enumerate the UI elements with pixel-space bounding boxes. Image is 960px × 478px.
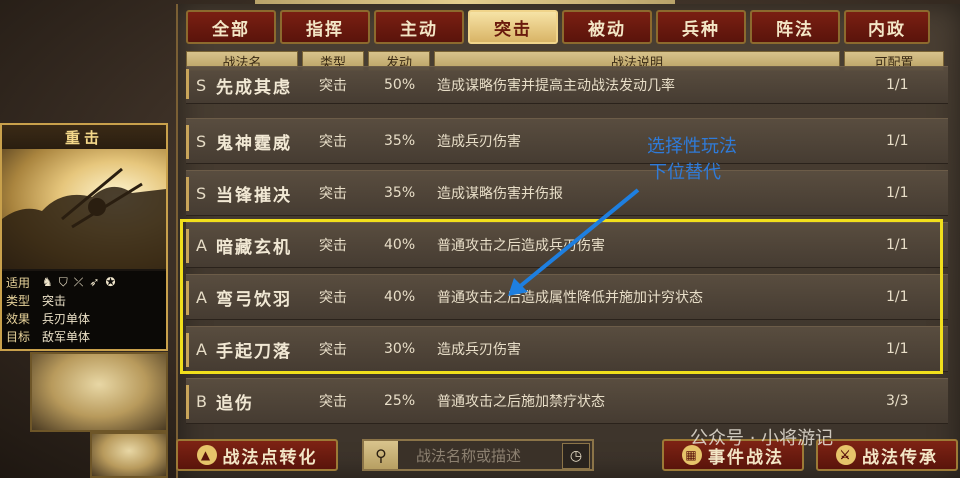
tactic-name: 追伤 — [216, 393, 254, 414]
shield-icon: ⛉ — [58, 275, 74, 289]
wheel-icon: ✪ — [105, 275, 122, 289]
label-effect: 效果 — [6, 312, 31, 326]
grade-label: A — [196, 287, 207, 307]
tactic-qty: 1/1 — [886, 341, 909, 357]
table-row[interactable]: B 追伤 突击 25% 普通攻击之后施加禁疗状态 3/3 — [186, 378, 948, 424]
table-row[interactable]: A 手起刀落 突击 30% 造成兵刃伤害 1/1 — [186, 326, 948, 372]
tactic-qty: 1/1 — [886, 133, 909, 149]
tactic-desc: 造成谋略伤害并伤报 — [437, 186, 563, 202]
row-marker — [186, 385, 189, 419]
row-marker — [186, 177, 189, 211]
inherit-label: 战法传承 — [862, 447, 938, 468]
tactic-rate: 40% — [384, 237, 416, 253]
table-row[interactable]: A 暗藏玄机 突击 40% 普通攻击之后造成兵刃伤害 1/1 — [186, 222, 948, 268]
search-bar[interactable]: ⚲ 战法名称或描述 ◷ — [362, 439, 594, 471]
tactic-type: 突击 — [319, 134, 347, 150]
tactic-name: 暗藏玄机 — [216, 237, 292, 258]
tactic-qty: 1/1 — [886, 289, 909, 305]
convert-label: 战法点转化 — [222, 447, 318, 468]
tab-assault[interactable]: 突击 — [468, 10, 558, 44]
card-info: 适用 ♞⛉⤫➶✪ 类型 突击 效果 兵刃单体 目标 敌军单体 — [2, 271, 166, 349]
row-marker — [186, 125, 189, 159]
tactic-desc: 普通攻击之后施加禁疗状态 — [437, 394, 605, 410]
tactic-type: 突击 — [319, 186, 347, 202]
tactic-desc: 造成兵刃伤害 — [437, 342, 521, 358]
skill-card[interactable]: 重击 适用 ♞⛉⤫➶✪ 类型 突击 效果 兵刃单体 目标 敌军单体 — [0, 123, 168, 351]
tactic-rate: 50% — [384, 77, 416, 93]
inherit-tactics-button[interactable]: ⚔ 战法传承 — [816, 439, 958, 471]
tactic-desc: 普通攻击之后造成兵刃伤害 — [437, 238, 605, 254]
search-input[interactable]: 战法名称或描述 — [416, 445, 521, 466]
card-artwork — [2, 149, 166, 269]
annotation-line-2: 下位替代 — [649, 162, 721, 183]
row-marker — [186, 69, 189, 99]
value-target: 敌军单体 — [42, 330, 91, 344]
unit-icons: ♞⛉⤫➶✪ — [42, 275, 122, 290]
annotation-line-1: 选择性玩法 — [647, 136, 737, 157]
horse-icon: ♞ — [42, 275, 59, 289]
tab-active[interactable]: 主动 — [374, 10, 464, 44]
tab-formation[interactable]: 阵法 — [750, 10, 840, 44]
tactic-rate: 25% — [384, 393, 416, 409]
tactic-qty: 3/3 — [886, 393, 909, 409]
tactic-qty: 1/1 — [886, 185, 909, 201]
warrior-silhouette — [2, 167, 166, 269]
row-marker — [186, 333, 189, 367]
value-effect: 兵刃单体 — [42, 312, 91, 326]
row-marker — [186, 229, 189, 263]
tactic-rate: 35% — [384, 133, 416, 149]
tactic-desc: 造成谋略伤害并提高主动战法发动几率 — [437, 78, 675, 94]
label-target: 目标 — [6, 330, 31, 344]
value-kind: 突击 — [42, 294, 67, 308]
tab-all[interactable]: 全部 — [186, 10, 276, 44]
clock-icon[interactable]: ◷ — [562, 443, 590, 469]
sword-icon: ⚔ — [836, 445, 856, 465]
tactic-type: 突击 — [319, 290, 347, 306]
grade-label: A — [196, 339, 207, 359]
tactic-type: 突击 — [319, 238, 347, 254]
grade-label: S — [196, 131, 207, 151]
thumbnail-art[interactable] — [30, 352, 168, 432]
watermark: 公众号 · 小将游记 — [690, 428, 834, 449]
grade-label: S — [196, 183, 207, 203]
category-tabs: 全部 指挥 主动 突击 被动 兵种 阵法 内政 — [186, 10, 930, 46]
tactic-qty: 1/1 — [886, 77, 909, 93]
tactic-type: 突击 — [319, 394, 347, 410]
tactic-rate: 30% — [384, 341, 416, 357]
tactic-name: 手起刀落 — [216, 341, 292, 362]
tactic-name: 先成其虑 — [216, 77, 292, 98]
tab-troop[interactable]: 兵种 — [656, 10, 746, 44]
grade-label: A — [196, 235, 207, 255]
label-apply: 适用 — [6, 276, 31, 290]
point-icon: ▲ — [196, 445, 217, 465]
tactic-type: 突击 — [319, 342, 347, 358]
tactic-type: 突击 — [319, 78, 347, 94]
tab-passive[interactable]: 被动 — [562, 10, 652, 44]
grade-label: B — [196, 391, 207, 411]
row-marker — [186, 281, 189, 315]
tactic-name: 鬼神霆威 — [216, 133, 292, 154]
tactic-desc: 造成兵刃伤害 — [437, 134, 521, 150]
table-row[interactable]: S 当锋摧决 突击 35% 造成谋略伤害并伤报 1/1 — [186, 170, 948, 216]
search-icon[interactable]: ⚲ — [364, 441, 398, 469]
annotation-text: 选择性玩法 下位替代 — [647, 134, 737, 186]
tactic-name: 当锋摧决 — [216, 185, 292, 206]
table-row[interactable]: S 鬼神霆威 突击 35% 造成兵刃伤害 1/1 — [186, 118, 948, 164]
grade-label: S — [196, 75, 207, 95]
tactic-rate: 40% — [384, 289, 416, 305]
convert-points-button[interactable]: ▲ 战法点转化 — [176, 439, 338, 471]
thumbnail-art[interactable] — [90, 432, 168, 478]
tactic-qty: 1/1 — [886, 237, 909, 253]
tactic-rate: 35% — [384, 185, 416, 201]
tactic-name: 弯弓饮羽 — [216, 289, 292, 310]
table-row[interactable]: A 弯弓饮羽 突击 40% 普通攻击之后造成属性降低并施加计穷状态 1/1 — [186, 274, 948, 320]
label-kind: 类型 — [6, 294, 31, 308]
bow-icon: ⤫ — [73, 275, 90, 289]
table-row[interactable]: S 先成其虑 突击 50% 造成谋略伤害并提高主动战法发动几率 1/1 — [186, 66, 948, 104]
spear-icon: ➶ — [89, 275, 106, 289]
tab-command[interactable]: 指挥 — [280, 10, 370, 44]
card-title: 重击 — [2, 125, 166, 149]
tactic-desc: 普通攻击之后造成属性降低并施加计穷状态 — [437, 290, 703, 306]
tab-internal[interactable]: 内政 — [844, 10, 930, 44]
